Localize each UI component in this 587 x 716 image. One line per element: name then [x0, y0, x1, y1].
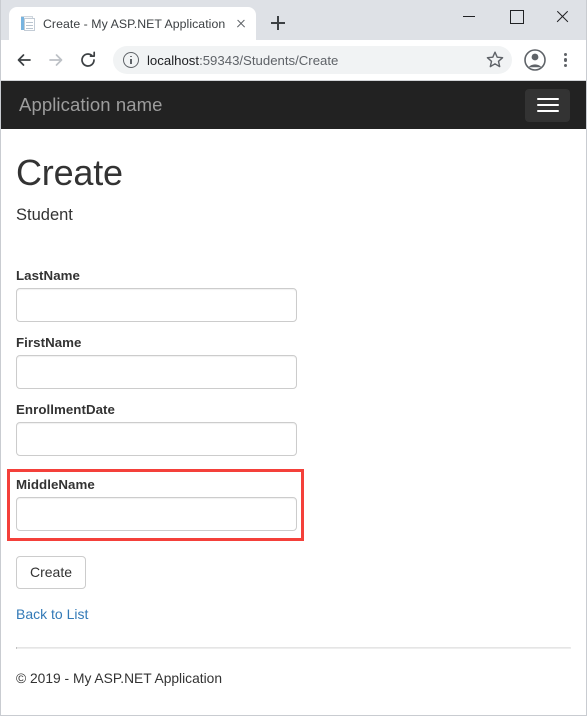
window-controls [448, 0, 586, 32]
window-close-icon[interactable] [540, 0, 586, 32]
form-field-middlename-highlighted: MiddleName [7, 468, 304, 541]
document-page-favicon [19, 15, 36, 32]
navbar-brand[interactable]: Application name [19, 94, 163, 116]
address-bar[interactable]: localhost:59343/Students/Create [113, 46, 512, 74]
form-field-enrollmentdate: EnrollmentDate [16, 402, 571, 456]
site-navbar: Application name [1, 81, 586, 129]
form-field-lastname: LastName [16, 268, 571, 322]
url-host: localhost [147, 52, 200, 68]
bookmark-star-icon[interactable] [482, 47, 508, 73]
page-viewport: Application name Create Student LastName… [1, 81, 586, 714]
create-submit-button[interactable]: Create [16, 555, 87, 590]
browser-toolbar: localhost:59343/Students/Create [1, 40, 586, 81]
profile-avatar-icon[interactable] [520, 45, 550, 75]
hamburger-menu-icon[interactable] [525, 88, 570, 122]
reload-icon[interactable] [73, 45, 103, 75]
input-enrollmentdate[interactable] [16, 421, 297, 456]
forward-icon[interactable] [41, 45, 71, 75]
form-field-firstname: FirstName [16, 335, 571, 389]
page-container: Create Student LastName FirstName Enroll… [1, 153, 586, 686]
footer-divider [16, 647, 571, 650]
url-text: localhost:59343/Students/Create [147, 53, 474, 68]
chrome-menu-icon[interactable] [552, 45, 578, 75]
label-middlename: MiddleName [16, 476, 95, 492]
close-icon[interactable] [232, 15, 250, 33]
input-middlename[interactable] [16, 496, 297, 531]
input-firstname[interactable] [16, 354, 297, 389]
browser-tab-active[interactable]: Create - My ASP.NET Application [9, 7, 257, 40]
tab-strip: Create - My ASP.NET Application [1, 0, 586, 40]
site-info-icon[interactable] [123, 52, 139, 68]
back-to-list-link[interactable]: Back to List [16, 606, 571, 622]
maximize-icon[interactable] [494, 0, 540, 32]
label-enrollmentdate: EnrollmentDate [16, 401, 115, 417]
url-path: :59343/Students/Create [199, 52, 339, 68]
page-title: Create [16, 152, 123, 193]
tab-title: Create - My ASP.NET Application [43, 16, 226, 31]
browser-window: Create - My ASP.NET Application localhos… [0, 0, 587, 716]
label-lastname: LastName [16, 267, 80, 283]
student-create-form: LastName FirstName EnrollmentDate Middle… [7, 268, 571, 622]
back-icon[interactable] [9, 45, 39, 75]
page-subtitle: Student [16, 205, 73, 224]
input-lastname[interactable] [16, 287, 297, 322]
label-firstname: FirstName [16, 334, 82, 350]
new-tab-button[interactable] [264, 9, 292, 37]
minimize-icon[interactable] [448, 0, 494, 32]
footer-copyright: © 2019 - My ASP.NET Application [16, 671, 222, 687]
